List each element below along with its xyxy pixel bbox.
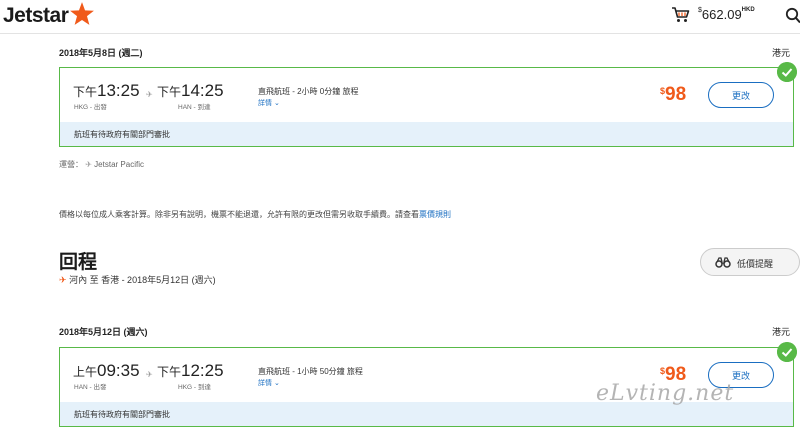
binoculars-icon — [715, 257, 731, 268]
search-icon[interactable] — [785, 7, 800, 25]
plane-icon: ✈ — [85, 160, 92, 169]
outbound-flight-info: 直飛航班 - 2小時 0分鐘 旅程 — [258, 87, 359, 96]
return-currency: 港元 — [772, 327, 791, 337]
fare-alert-button[interactable]: 低價提醒 — [700, 248, 800, 276]
cart-amount: 662.09 — [701, 7, 742, 22]
outbound-depart-time: 下午13:25 — [73, 81, 140, 100]
chevron-down-icon: ⌄ — [273, 100, 280, 107]
chevron-down-icon: ⌄ — [273, 380, 280, 387]
outbound-approval-note: 航班有待政府有關部門審批 — [60, 122, 793, 146]
return-date: 2018年5月12日 (週六) — [59, 327, 148, 337]
logo-text: Jetstar — [3, 4, 69, 27]
top-header: Jetstar $662.09HKD — [0, 0, 800, 34]
watermark: eLvting.net — [596, 381, 735, 406]
return-depart-sub: HAN - 出發 — [74, 384, 107, 391]
return-depart-time: 上午09:35 — [73, 361, 140, 380]
return-flight-info: 直飛航班 - 1小時 50分鐘 旅程 — [258, 367, 363, 376]
fare-alert-label: 低價提醒 — [737, 259, 774, 269]
outbound-currency: 港元 — [772, 48, 791, 58]
fare-rules-link[interactable]: 票價規則 — [419, 210, 451, 219]
cart-total[interactable]: $662.09HKD — [698, 7, 755, 22]
outbound-arrive-sub: HAN - 到達 — [178, 104, 211, 111]
operated-by: 運營： ✈ Jetstar Pacific — [59, 160, 144, 169]
outbound-flight-card[interactable]: 下午13:25 HKG - 出發 ✈ 下午14:25 HAN - 到達 直飛航班… — [59, 67, 794, 147]
plane-arrow-icon: ✈ — [146, 90, 153, 99]
return-route: ✈ 河內 至 香港 - 2018年5月12日 (週六) — [59, 275, 216, 285]
return-details-link[interactable]: 詳情 ⌄ — [258, 378, 280, 388]
plane-arrow-icon: ✈ — [146, 370, 153, 379]
star-logo-icon — [70, 2, 95, 25]
outbound-depart-sub: HKG - 出發 — [74, 104, 107, 111]
jetstar-logo[interactable]: Jetstar — [3, 2, 95, 30]
return-arrive-sub: HKG - 到達 — [178, 384, 211, 391]
outbound-change-button[interactable]: 更改 — [708, 82, 774, 108]
shopping-cart-icon[interactable] — [671, 6, 691, 24]
selected-check-icon — [777, 62, 797, 82]
outbound-arrive-time: 下午14:25 — [157, 81, 224, 100]
return-arrive-time: 下午12:25 — [157, 361, 224, 380]
outbound-details-link[interactable]: 詳情 ⌄ — [258, 98, 280, 108]
return-title: 回程 — [59, 252, 98, 273]
selected-check-icon — [777, 342, 797, 362]
outbound-price: $98 — [660, 84, 687, 105]
fare-disclaimer: 價格以每位成人乘客計算。除非另有說明，機票不能退還，允許有限的更改但需另收取手續… — [59, 210, 451, 219]
outbound-date: 2018年5月8日 (週二) — [59, 48, 143, 58]
plane-icon: ✈ — [59, 275, 67, 285]
cart-currency-unit: HKD — [741, 7, 755, 13]
